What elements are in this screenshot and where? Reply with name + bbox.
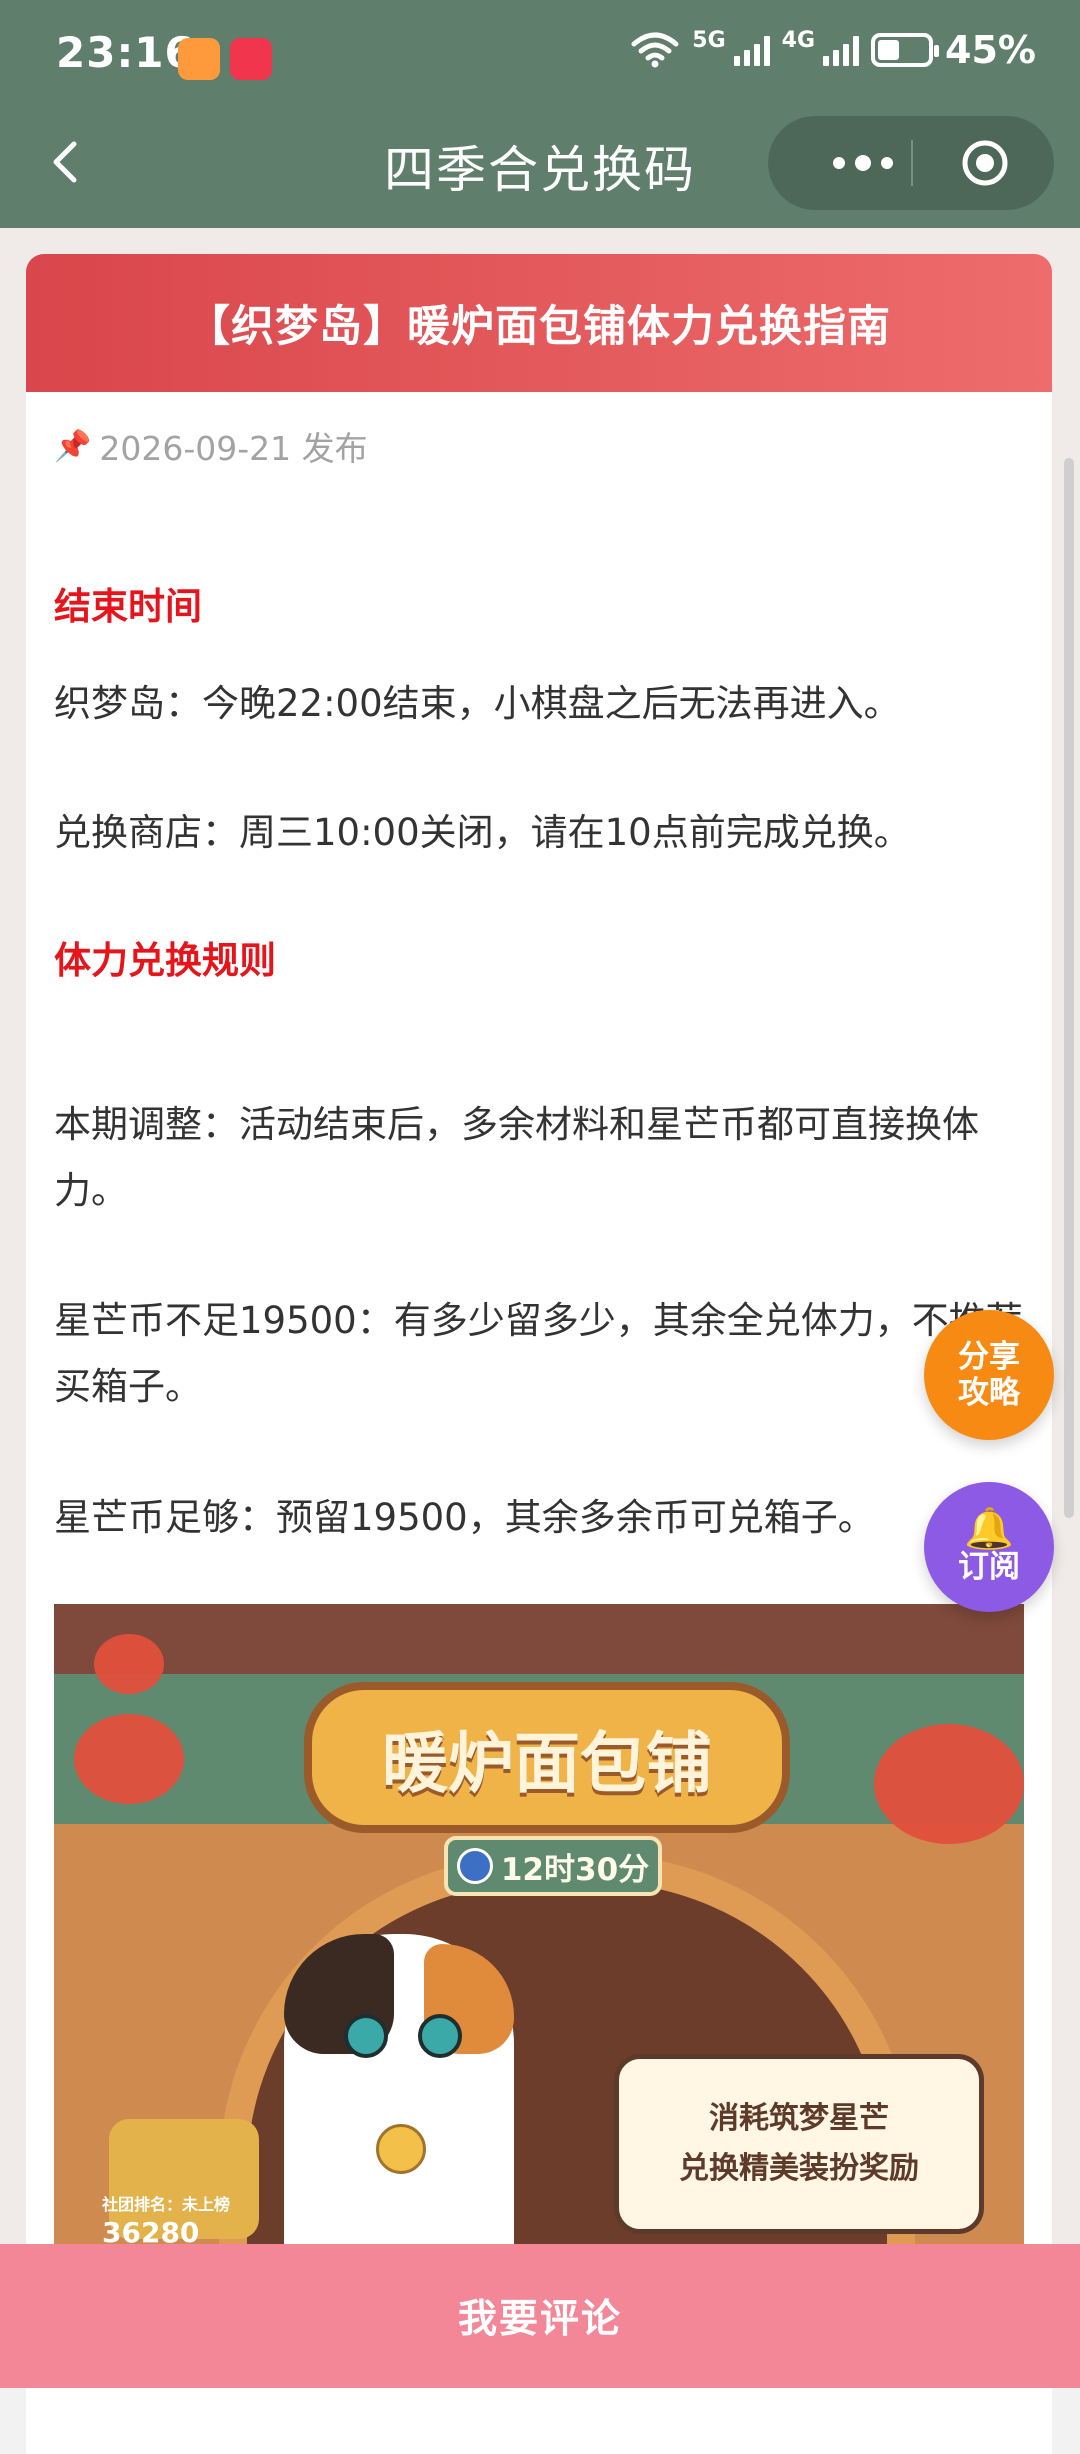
status-time: 23:16 <box>56 28 195 77</box>
clock-icon <box>456 1848 493 1884</box>
paragraph-adjustment: 本期调整：活动结束后，多余材料和星芒币都可直接换体力。 <box>54 1103 979 1212</box>
subscribe-button[interactable]: 🔔 订阅 <box>924 1482 1054 1612</box>
leaf-decoration <box>874 1724 1024 1844</box>
paragraph-shop: 兑换商店：周三10:00关闭，请在10点前完成兑换。 <box>54 811 911 854</box>
paragraph-enough: 星芒币足够：预留19500，其余多余币可兑箱子。 <box>54 1496 875 1539</box>
more-icon[interactable] <box>808 116 918 210</box>
section-title-end-time: 结束时间 <box>54 585 202 628</box>
app-notification-icon <box>178 38 220 80</box>
section-title-exchange-rules: 体力兑换规则 <box>54 939 276 982</box>
signal-bars-icon <box>733 34 770 66</box>
pin-icon: 📌 <box>54 428 92 464</box>
wifi-icon <box>631 32 679 68</box>
hero-note-line2: 兑换精美装扮奖励 <box>679 2151 919 2186</box>
event-banner-image: 暖炉面包铺 12时30分 消耗筑梦星芒 兑换精美装扮奖励 社团排名：未上榜 36… <box>54 1604 1024 2304</box>
comment-button[interactable]: 我要评论 <box>0 2244 1080 2388</box>
share-label-1: 分享 <box>958 1339 1020 1375</box>
paragraph-insufficient: 星芒币不足19500：有多少留多少，其余全兑体力，不推荐买箱子。 <box>54 1299 1023 1408</box>
cat-eye <box>418 2014 462 2058</box>
signal-4g-label: 4G <box>781 27 816 53</box>
publish-date: 2026-09-21 发布 <box>99 429 368 468</box>
cat-eye <box>344 2014 388 2058</box>
rank-label: 社团排名：未上榜 <box>102 2195 231 2214</box>
signal-5g-label: 5G <box>692 27 726 53</box>
bell-icon: 🔔 <box>964 1506 1014 1552</box>
scrollbar[interactable] <box>1064 458 1074 1518</box>
paragraph-island: 织梦岛：今晚22:00结束，小棋盘之后无法再进入。 <box>54 682 901 725</box>
status-right: 5G 4G 45% <box>630 28 1036 72</box>
leaf-decoration <box>74 1714 184 1804</box>
content-page[interactable]: 【织梦岛】暖炉面包铺体力兑换指南 📌 2026-09-21 发布 结束时间 织梦… <box>0 228 1080 2454</box>
cat-bell <box>376 2124 426 2174</box>
share-guide-button[interactable]: 分享 攻略 <box>924 1310 1054 1440</box>
battery-percent: 45% <box>945 28 1036 72</box>
target-icon[interactable] <box>960 138 1010 188</box>
article-card: 【织梦岛】暖炉面包铺体力兑换指南 📌 2026-09-21 发布 结束时间 织梦… <box>26 254 1052 2454</box>
capsule-divider <box>911 140 913 186</box>
hero-timer-text: 12时30分 <box>500 1851 650 1888</box>
hero-banner-title: 暖炉面包铺 <box>304 1682 790 1833</box>
top-bar: 23:16 5G 4G 45% 四季合兑换码 <box>0 0 1080 228</box>
battery-icon <box>871 33 940 67</box>
miniapp-capsule <box>768 116 1054 210</box>
leaf-decoration <box>94 1634 164 1694</box>
status-bar: 23:16 5G 4G 45% <box>0 0 1080 120</box>
hero-note-line1: 消耗筑梦星芒 <box>709 2101 889 2136</box>
hero-note: 消耗筑梦星芒 兑换精美装扮奖励 <box>614 2054 984 2234</box>
share-label-2: 攻略 <box>958 1375 1020 1411</box>
subscribe-label: 订阅 <box>958 1549 1020 1585</box>
article-title: 【织梦岛】暖炉面包铺体力兑换指南 <box>26 254 1052 392</box>
signal-bars-icon-2 <box>823 34 860 66</box>
app-notification-icon-2 <box>230 38 272 80</box>
publish-meta: 📌 2026-09-21 发布 <box>54 422 368 470</box>
hero-timer: 12时30分 <box>444 1836 662 1896</box>
